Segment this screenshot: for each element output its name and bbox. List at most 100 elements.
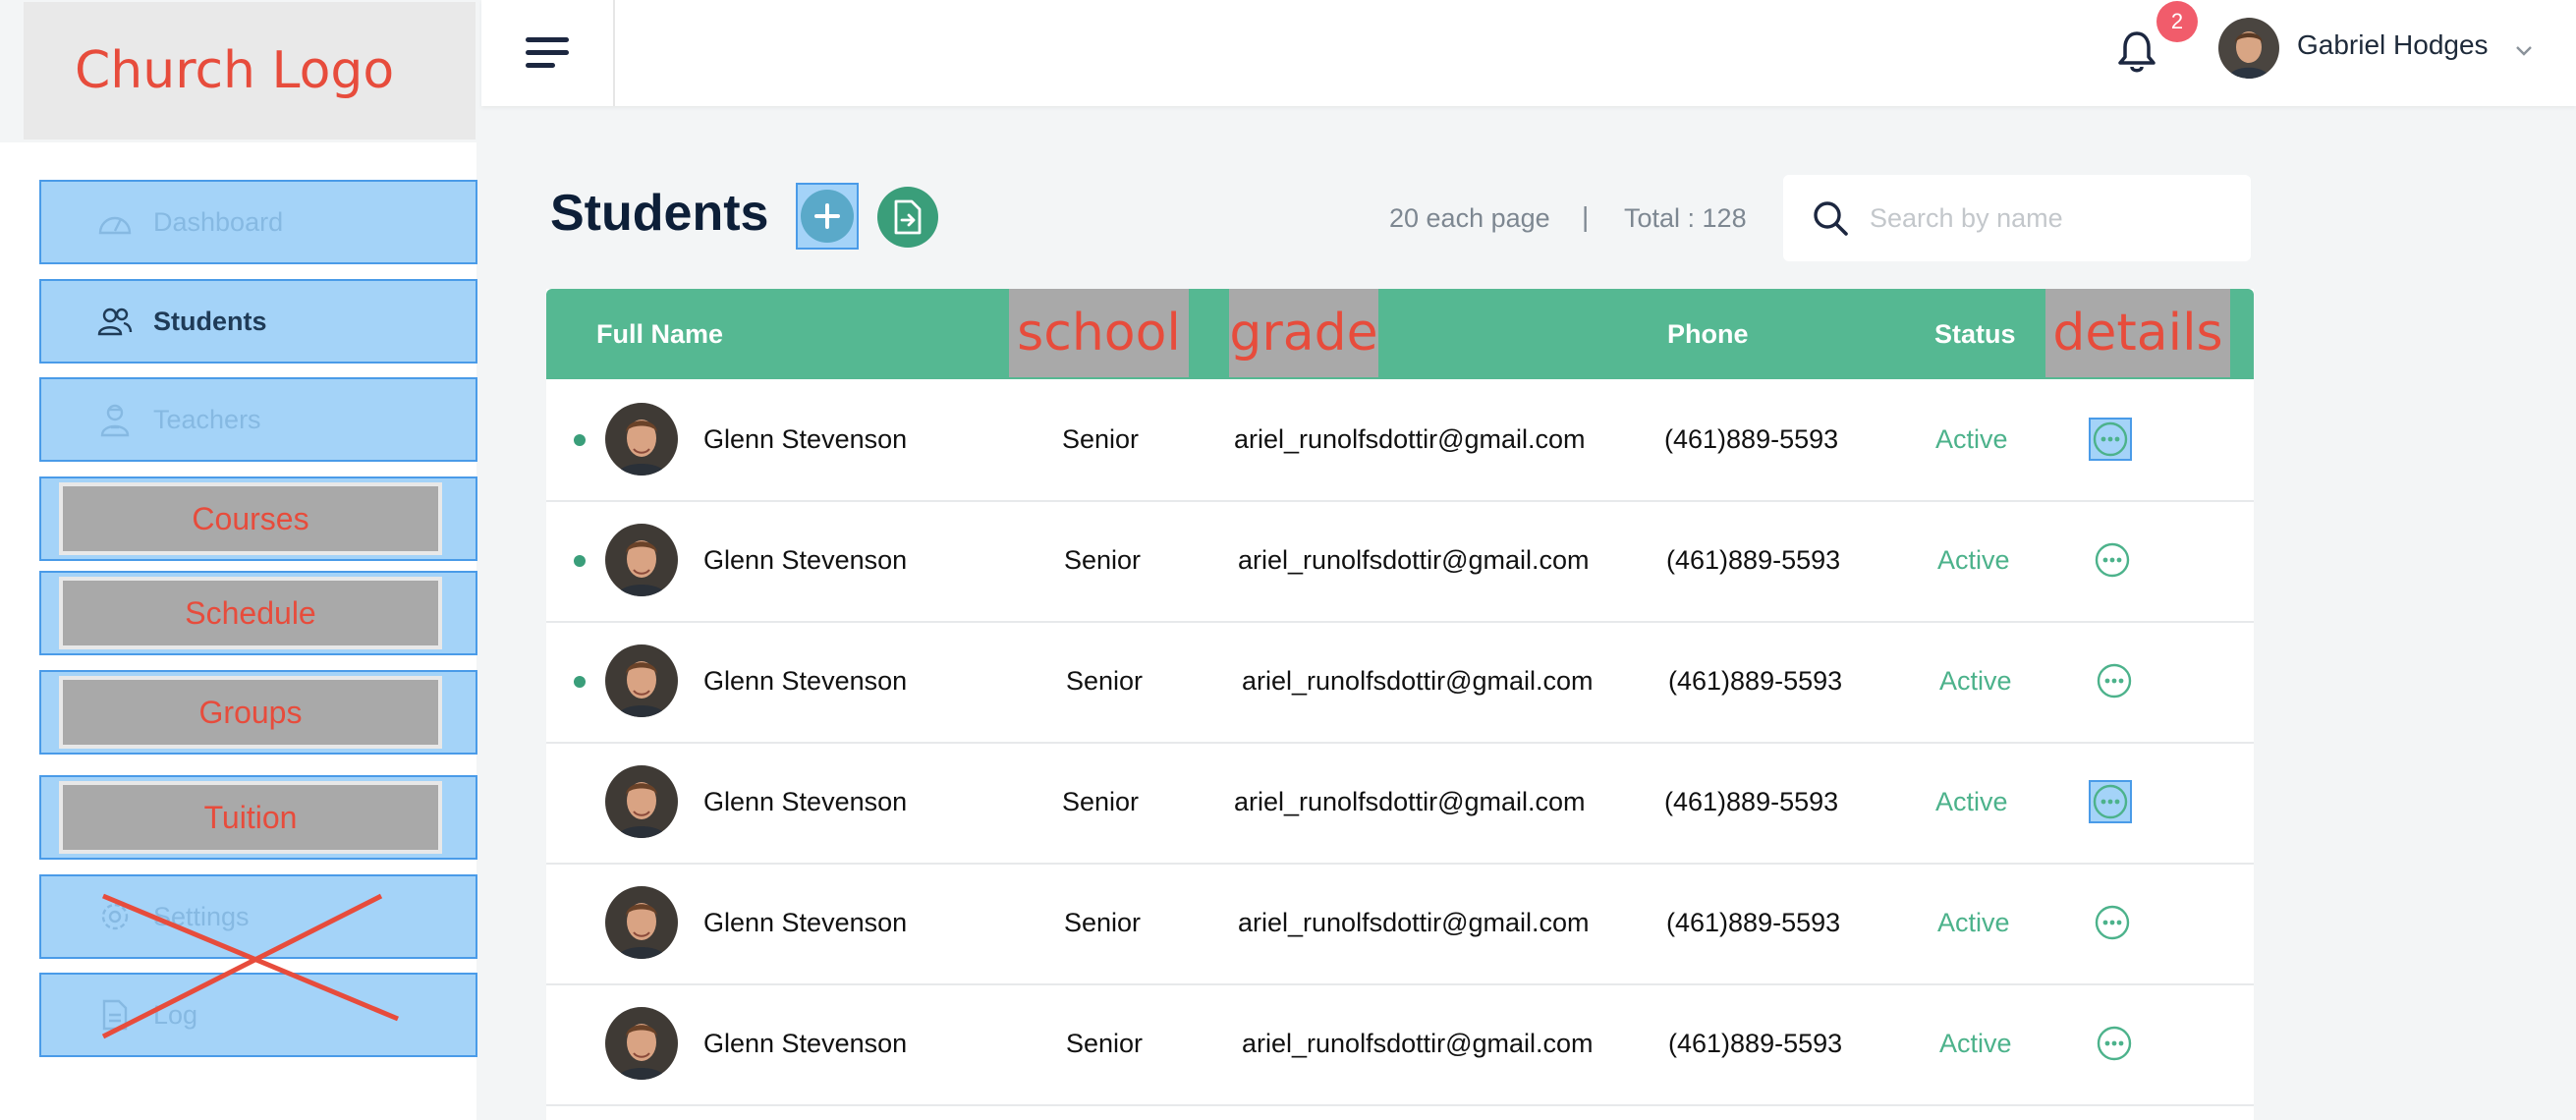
details-button[interactable] [2093,659,2136,702]
avatar [605,1007,678,1080]
teacher-icon [96,401,134,438]
table-row[interactable]: Glenn Stevenson Senior ariel_runolfsdottir… [546,379,2254,502]
status-badge: Active [1939,666,2012,696]
sidebar-item-label: Dashboard [153,206,284,237]
details-button[interactable] [2093,1022,2136,1065]
student-name[interactable]: Glenn Stevenson [703,742,907,863]
student-name[interactable]: Glenn Stevenson [703,863,907,983]
avatar [605,524,678,596]
details-button[interactable] [2089,780,2132,823]
status-badge: Active [1937,908,2010,937]
student-name[interactable]: Glenn Stevenson [703,500,907,621]
total-count: Total : 128 [1624,203,1747,233]
sidebar-item-label: Tuition [203,799,298,835]
logo-placeholder[interactable]: Church Logo [24,2,476,140]
page-title: Students [550,185,769,242]
student-grade: Senior [1064,908,1142,937]
column-header-full-name[interactable]: Full Name [596,289,723,379]
student-email: ariel_runolfsdottir@gmail.com [1238,545,1590,575]
student-grade: Senior [1064,545,1142,575]
student-phone: (461)889-5593 [1668,1029,1843,1058]
student-grade: Senior [1066,1029,1144,1058]
details-button[interactable] [2091,901,2134,944]
divider: | [1582,201,1590,232]
placeholder-overlay: Courses [59,482,442,555]
sidebar-item-teachers[interactable]: Teachers [39,377,477,462]
avatar [605,765,678,838]
column-header-grade[interactable]: grade [1229,289,1378,377]
student-email: ariel_runolfsdottir@gmail.com [1242,666,1594,696]
dashboard-icon [96,203,134,241]
table-row[interactable]: Glenn Stevenson Senior ariel_runolfsdottir… [546,621,2254,744]
student-email: ariel_runolfsdottir@gmail.com [1242,1029,1594,1058]
column-header-phone[interactable]: Phone [1667,289,1749,379]
sidebar-item-courses[interactable]: Courses [39,476,477,561]
sidebar-item-groups[interactable]: Groups [39,670,477,755]
table-row[interactable]: Glenn Stevenson Senior ariel_runolfsdottir… [546,500,2254,623]
more-icon [2093,421,2128,457]
add-student-button[interactable] [796,183,859,250]
student-grade: Senior [1062,787,1140,816]
placeholder-overlay: Schedule [59,577,442,649]
chevron-down-icon[interactable] [2511,37,2537,63]
student-name[interactable]: Glenn Stevenson [703,621,907,742]
column-header-details[interactable]: details [2045,289,2230,377]
details-button[interactable] [2091,538,2134,582]
student-phone: (461)889-5593 [1666,908,1841,937]
placeholder-overlay: Groups [59,676,442,749]
avatar [605,644,678,717]
student-grade: Senior [1066,666,1144,696]
strike-through-mark [101,893,399,1039]
sidebar-item-label: Courses [192,500,309,536]
details-button[interactable] [2089,418,2132,461]
avatar [605,886,678,959]
student-phone: (461)889-5593 [1666,545,1841,575]
sidebar-item-label: Groups [198,694,303,730]
student-email: ariel_runolfsdottir@gmail.com [1238,908,1590,937]
user-name[interactable]: Gabriel Hodges [2297,29,2489,61]
column-header-status[interactable]: Status [1934,289,2016,379]
sidebar-item-schedule[interactable]: Schedule [39,571,477,655]
column-header-label: school [1017,304,1181,363]
online-indicator [574,676,586,688]
status-badge: Active [1935,787,2008,816]
placeholder-overlay: Tuition [59,781,442,854]
plus-icon [814,203,840,229]
sidebar-item-label: Students [153,306,267,336]
student-name[interactable]: Glenn Stevenson [703,379,907,500]
sidebar-item-tuition[interactable]: Tuition [39,775,477,860]
sidebar-item-dashboard[interactable]: Dashboard [39,180,477,264]
column-header-label: details [2052,304,2223,363]
student-phone: (461)889-5593 [1664,424,1839,454]
more-icon [2093,784,2128,819]
status-badge: Active [1935,424,2008,454]
search-box[interactable] [1783,175,2251,261]
sidebar-item-label: Schedule [185,594,316,631]
avatar[interactable] [2218,18,2279,79]
more-icon [2097,1026,2132,1061]
search-input[interactable] [1868,195,2225,242]
top-bar: 2 Gabriel Hodges [481,0,2576,106]
per-page-text[interactable]: 20 each page [1389,203,1550,234]
status-badge: Active [1939,1029,2012,1058]
table-row[interactable]: Glenn Stevenson Senior ariel_runolfsdottir… [546,983,2254,1106]
column-header-school[interactable]: school [1009,289,1189,377]
table-row[interactable]: Glenn Stevenson Senior ariel_runolfsdottir… [546,863,2254,985]
table-header: Full Name school grade Phone Status deta… [546,289,2254,379]
student-phone: (461)889-5593 [1668,666,1843,696]
export-button[interactable] [877,187,938,248]
student-phone: (461)889-5593 [1664,787,1839,816]
student-grade: Senior [1062,424,1140,454]
more-icon [2097,663,2132,699]
logo-text: Church Logo [75,41,395,100]
sidebar-item-students[interactable]: Students [39,279,477,364]
hamburger-icon [526,37,569,68]
students-table: Full Name school grade Phone Status deta… [546,289,2254,1120]
table-row[interactable]: Glenn Stevenson Senior ariel_runolfsdottir… [546,742,2254,865]
notification-badge: 2 [2156,1,2198,42]
search-icon [1814,201,1848,236]
online-indicator [574,434,586,446]
sidebar-item-label: Teachers [153,404,261,434]
menu-toggle-button[interactable] [481,0,615,106]
student-name[interactable]: Glenn Stevenson [703,983,907,1104]
